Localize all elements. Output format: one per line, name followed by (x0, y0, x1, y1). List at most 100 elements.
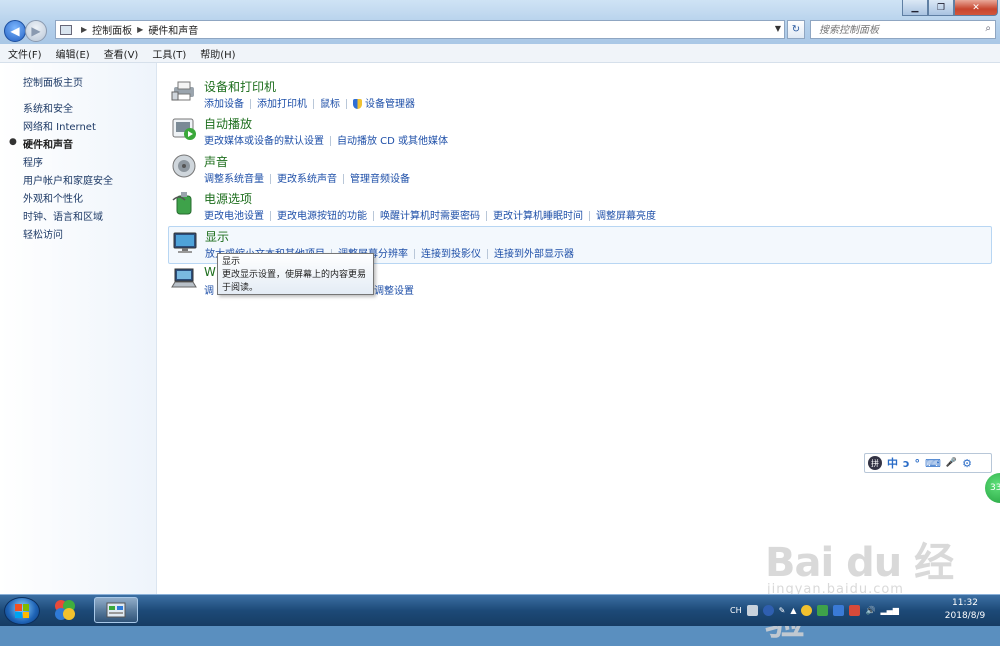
window-controls: ▁ ❐ ✕ (902, 0, 998, 17)
shield-icon[interactable] (817, 604, 829, 616)
taskbar-app-media[interactable] (48, 597, 82, 623)
display-icon (173, 232, 197, 253)
forward-button[interactable]: ▶ (25, 20, 47, 42)
menu-view[interactable]: 查看(V) (104, 46, 139, 61)
volume-icon[interactable]: 🔊 (865, 606, 875, 615)
category-title[interactable]: 声音 (204, 153, 228, 170)
link-mouse[interactable]: 鼠标 (320, 99, 340, 110)
link-sleep-time[interactable]: 更改计算机睡眠时间 (493, 211, 583, 222)
control-panel-app-icon (106, 602, 126, 618)
category-title[interactable]: 设备和打印机 (204, 78, 276, 95)
menu-help[interactable]: 帮助(H) (200, 46, 235, 61)
ime-punct-icon[interactable]: ° (915, 457, 921, 470)
tooltip-title: 显示 (222, 257, 241, 267)
main-content: 设备和打印机 添加设备 添加打印机 鼠标 设备管理器 自动播放 更改媒体或设备的默认设… (157, 63, 1000, 594)
sidebar-item-appearance[interactable]: 外观和个性化 (23, 190, 83, 205)
sidebar-item-accessibility[interactable]: 轻松访问 (23, 226, 63, 241)
minimize-button[interactable]: ▁ (902, 0, 928, 16)
chevron-down-icon[interactable]: ▼ (775, 24, 781, 33)
link-autoplay-cd[interactable]: 自动播放 CD 或其他媒体 (337, 136, 448, 147)
category-title[interactable]: 自动播放 (204, 115, 252, 132)
media-center-icon (55, 600, 75, 620)
power-icon (172, 192, 192, 215)
tooltip: 显示 更改显示设置，使屏幕上的内容更易于阅读。 (217, 253, 374, 295)
clock-date: 2018/8/9 (944, 611, 986, 621)
link-manage-audio[interactable]: 管理音频设备 (350, 174, 410, 185)
refresh-button[interactable]: ↻ (787, 20, 805, 39)
menu-tools[interactable]: 工具(T) (152, 46, 186, 61)
tooltip-body: 更改显示设置，使屏幕上的内容更易于阅读。 (222, 270, 367, 293)
link-adjust-volume[interactable]: 调整系统音量 (204, 174, 264, 185)
link-change-sounds[interactable]: 更改系统声音 (277, 174, 337, 185)
ime-moon-icon[interactable]: ↄ (903, 457, 910, 470)
sidebar-item-home[interactable]: 控制面板主页 (23, 74, 83, 89)
pen-icon[interactable]: ✎ (779, 606, 786, 615)
link-mobility-adjust[interactable]: 调整设置 (374, 282, 414, 297)
link-external-display[interactable]: 连接到外部显示器 (494, 249, 574, 260)
link-add-device[interactable]: 添加设备 (204, 99, 244, 110)
uac-shield-icon (353, 99, 362, 109)
sidebar-item-hardware[interactable]: 硬件和声音 (23, 136, 73, 151)
address-bar[interactable]: ▶ 控制面板 ▶ 硬件和声音 ▼ (55, 20, 785, 39)
control-panel-icon (60, 24, 72, 35)
clock-time: 11:32 (952, 598, 978, 608)
signal-icon[interactable]: ▂▄▆ (880, 606, 898, 615)
ime-chinese-toggle[interactable]: 中 (887, 455, 898, 471)
link-brightness[interactable]: 调整屏幕亮度 (596, 211, 656, 222)
ime-keyboard-icon[interactable]: ⌨ (925, 457, 941, 470)
maximize-button[interactable]: ❐ (928, 0, 954, 16)
network-error-icon[interactable] (849, 604, 861, 616)
clock[interactable]: 11:32 2018/8/9 (937, 597, 993, 623)
keyboard-icon[interactable] (746, 604, 758, 616)
category-title[interactable]: W (204, 265, 216, 279)
back-button[interactable]: ◀ (4, 20, 26, 42)
category-links: 更改媒体或设备的默认设置 自动播放 CD 或其他媒体 (204, 132, 448, 147)
category-title[interactable]: 显示 (205, 228, 229, 245)
autoplay-icon (172, 118, 196, 140)
sidebar: 控制面板主页 系统和安全 网络和 Internet ● 硬件和声音 程序 用户帐… (0, 63, 157, 594)
breadcrumb-control-panel[interactable]: 控制面板 (92, 22, 132, 37)
security-icon[interactable] (801, 604, 813, 616)
sidebar-item-users[interactable]: 用户帐户和家庭安全 (23, 172, 113, 187)
link-battery-settings[interactable]: 更改电池设置 (204, 211, 264, 222)
link-change-defaults[interactable]: 更改媒体或设备的默认设置 (204, 136, 324, 147)
category-links: 添加设备 添加打印机 鼠标 设备管理器 (204, 95, 415, 110)
category-devices: 设备和打印机 添加设备 添加打印机 鼠标 设备管理器 (168, 78, 990, 110)
category-links: 调整系统音量 更改系统声音 管理音频设备 (204, 170, 410, 185)
category-power: 电源选项 更改电池设置 更改电源按钮的功能 唤醒计算机时需要密码 更改计算机睡眠时间 调… (168, 190, 990, 222)
breadcrumb-hardware-sound[interactable]: 硬件和声音 (148, 22, 198, 37)
ime-logo-icon[interactable]: 拼 (868, 456, 882, 470)
link-wake-password[interactable]: 唤醒计算机时需要密码 (380, 211, 480, 222)
start-button[interactable] (4, 597, 40, 625)
link-add-printer[interactable]: 添加打印机 (257, 99, 307, 110)
taskbar-app-control-panel[interactable] (94, 597, 138, 623)
ime-mic-icon[interactable]: 🎤 (946, 458, 957, 468)
link-device-manager[interactable]: 设备管理器 (365, 99, 415, 110)
link-projector[interactable]: 连接到投影仪 (421, 249, 481, 260)
ime-gear-icon[interactable]: ⚙ (962, 457, 972, 470)
search-icon[interactable]: ⌕ (985, 23, 991, 34)
ime-toolbar: 拼 中 ↄ ° ⌨ 🎤 ⚙ (864, 453, 992, 473)
close-button[interactable]: ✕ (954, 0, 998, 16)
link-mobility-1[interactable]: 调 (204, 286, 214, 297)
search-input[interactable] (817, 22, 981, 39)
sidebar-item-network[interactable]: 网络和 Internet (23, 118, 96, 133)
link-power-button[interactable]: 更改电源按钮的功能 (277, 211, 367, 222)
menu-file[interactable]: 文件(F) (8, 46, 42, 61)
category-title[interactable]: 电源选项 (204, 190, 252, 207)
category-autoplay: 自动播放 更改媒体或设备的默认设置 自动播放 CD 或其他媒体 (168, 115, 990, 147)
help-icon[interactable] (762, 604, 774, 616)
sidebar-item-programs[interactable]: 程序 (23, 154, 43, 169)
sidebar-item-clock[interactable]: 时钟、语言和区域 (23, 208, 103, 223)
tray-expand-icon[interactable]: ▲ (790, 606, 796, 615)
control-panel-window: ▁ ❐ ✕ ◀ ▶ ▶ 控制面板 ▶ 硬件和声音 ▼ ↻ ⌕ 文件(F) 编辑(… (0, 0, 1000, 644)
printer-icon (171, 81, 194, 101)
menu-edit[interactable]: 编辑(E) (56, 46, 90, 61)
language-indicator[interactable]: CH (730, 606, 742, 615)
breadcrumb-arrow-icon: ▶ (81, 25, 88, 34)
category-links: 调 调整设置 (204, 282, 414, 297)
search-box[interactable]: ⌕ (810, 20, 996, 39)
laptop-icon (171, 268, 197, 288)
flag-icon[interactable] (833, 604, 845, 616)
sidebar-item-security[interactable]: 系统和安全 (23, 100, 73, 115)
